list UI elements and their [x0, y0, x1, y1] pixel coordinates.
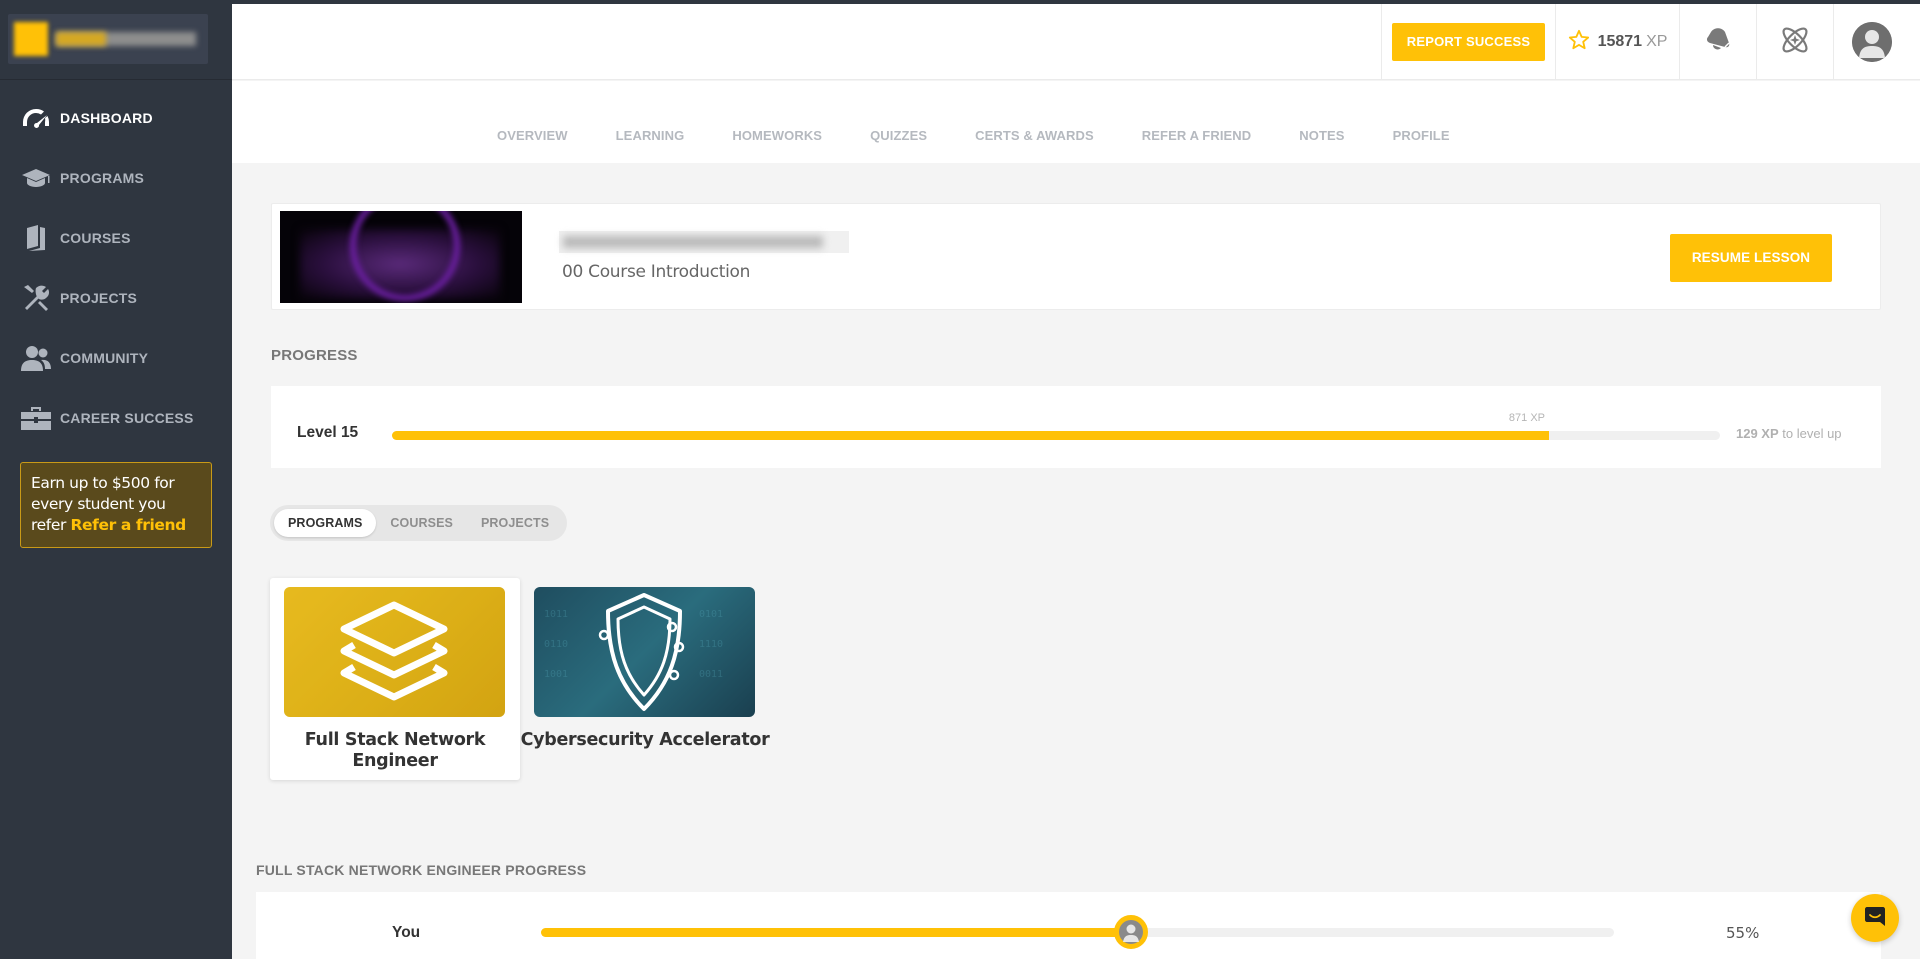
book-icon: [20, 224, 52, 252]
graduation-cap-icon: [20, 164, 52, 192]
sidebar-item-projects[interactable]: PROJECTS: [0, 268, 232, 328]
svg-text:0011: 0011: [699, 669, 723, 680]
refer-promo: Earn up to $500 for every student you re…: [20, 462, 212, 548]
chat-icon: [1863, 904, 1887, 933]
sidebar-item-label: PROJECTS: [60, 290, 138, 306]
sidebar-item-courses[interactable]: COURSES: [0, 208, 232, 268]
lesson-subtitle: 00 Course Introduction: [562, 262, 751, 282]
xp-to-level-up: 129 XP to level up: [1736, 426, 1842, 441]
you-label: You: [392, 924, 421, 941]
program-progress-title: FULL STACK NETWORK ENGINEER PROGRESS: [256, 862, 587, 878]
filter-programs[interactable]: PROGRAMS: [274, 509, 377, 537]
filter-projects[interactable]: PROJECTS: [467, 509, 563, 537]
sidebar-item-programs[interactable]: PROGRAMS: [0, 148, 232, 208]
tab-notes[interactable]: NOTES: [1299, 128, 1344, 143]
level-label: Level 15: [297, 424, 359, 441]
sidebar-item-career-success[interactable]: CAREER SUCCESS: [0, 388, 232, 448]
people-icon: [20, 344, 52, 372]
tab-homeworks[interactable]: HOMEWORKS: [732, 128, 822, 143]
program-name: Cybersecurity Accelerator: [520, 730, 770, 750]
content-filter-toggle: PROGRAMS COURSES PROJECTS: [270, 505, 568, 541]
refer-friend-link[interactable]: Refer a friend: [70, 516, 186, 534]
layers-icon: [284, 587, 505, 717]
star-icon: [1568, 29, 1590, 56]
course-title-redacted: [559, 231, 849, 253]
resume-lesson-card: 00 Course Introduction RESUME LESSON: [271, 203, 1881, 310]
current-xp-label: 871 XP: [1508, 412, 1545, 424]
avatar-icon: [1852, 22, 1892, 62]
xp-remaining-text: to level up: [1778, 426, 1842, 441]
sidebar-item-label: DASHBOARD: [60, 110, 153, 126]
notifications-button[interactable]: [1679, 4, 1756, 80]
program-card-cybersecurity-accelerator[interactable]: 1011 0110 1001 0101 1110 0011 Cybersecurity …: [520, 578, 770, 780]
user-avatar-marker: [1114, 915, 1148, 949]
ai-assistant-button[interactable]: [1756, 4, 1833, 80]
dashboard-tabs: OVERVIEW LEARNING HOMEWORKS QUIZZES CERT…: [497, 128, 1498, 143]
progress-section-title: PROGRESS: [271, 347, 358, 364]
svg-text:1001: 1001: [544, 669, 568, 680]
atom-icon: [1777, 22, 1813, 63]
level-progress-bar: 871 XP: [392, 412, 1720, 440]
tab-quizzes[interactable]: QUIZZES: [870, 128, 927, 143]
xp-unit: XP: [1646, 33, 1668, 50]
program-image: 1011 0110 1001 0101 1110 0011: [534, 587, 755, 717]
svg-text:1011: 1011: [544, 609, 568, 620]
program-card-full-stack-network-engineer[interactable]: Full Stack Network Engineer: [270, 578, 520, 780]
tools-icon: [20, 284, 52, 312]
sidebar-item-label: COURSES: [60, 230, 131, 246]
level-progress-fill: [392, 431, 1549, 440]
tab-profile[interactable]: PROFILE: [1393, 128, 1450, 143]
shield-circuit-icon: 1011 0110 1001 0101 1110 0011: [544, 593, 723, 711]
program-image: [284, 587, 505, 717]
report-success-button[interactable]: REPORT SUCCESS: [1391, 23, 1546, 61]
chat-support-button[interactable]: [1851, 894, 1899, 942]
top-header: REPORT SUCCESS 15871 XP: [232, 4, 1920, 80]
bell-icon: [1702, 24, 1734, 61]
program-progress-fill: [541, 928, 1131, 937]
program-name: Full Stack Network Engineer: [304, 730, 486, 771]
sidebar-item-label: CAREER SUCCESS: [60, 410, 194, 426]
xp-counter[interactable]: 15871 XP: [1555, 4, 1679, 80]
dashboard-tabs-bar: OVERVIEW LEARNING HOMEWORKS QUIZZES CERT…: [232, 81, 1920, 163]
speedometer-icon: [20, 104, 52, 132]
svg-text:1110: 1110: [699, 639, 723, 650]
sidebar-divider: [0, 79, 232, 80]
profile-menu-button[interactable]: [1833, 4, 1910, 80]
course-thumbnail[interactable]: [280, 211, 522, 303]
program-progress-bar: [541, 915, 1614, 949]
report-success-cell: REPORT SUCCESS: [1381, 4, 1555, 80]
brand-logo[interactable]: [8, 14, 208, 64]
sidebar-item-community[interactable]: COMMUNITY: [0, 328, 232, 388]
sidebar-item-dashboard[interactable]: DASHBOARD: [0, 88, 232, 148]
filter-courses[interactable]: COURSES: [376, 509, 467, 537]
sidebar-item-label: COMMUNITY: [60, 350, 149, 366]
program-progress-card: You 55%: [256, 892, 1881, 959]
briefcase-icon: [20, 404, 52, 432]
level-progress-card: Level 15 871 XP 129 XP to level up: [271, 386, 1881, 468]
xp-value: 15871: [1597, 33, 1643, 50]
sidebar-nav: DASHBOARD PROGRAMS COURSES PROJECTS COMM…: [0, 88, 232, 448]
svg-text:0110: 0110: [544, 639, 568, 650]
svg-text:0101: 0101: [699, 609, 723, 620]
sidebar: DASHBOARD PROGRAMS COURSES PROJECTS COMM…: [0, 0, 232, 959]
resume-lesson-button[interactable]: RESUME LESSON: [1670, 234, 1832, 282]
tab-certs-awards[interactable]: CERTS & AWARDS: [975, 128, 1094, 143]
program-progress-percent: 55%: [1726, 924, 1760, 942]
tab-overview[interactable]: OVERVIEW: [497, 128, 568, 143]
xp-remaining: 129 XP: [1736, 426, 1779, 441]
tab-learning[interactable]: LEARNING: [616, 128, 685, 143]
tab-refer-a-friend[interactable]: REFER A FRIEND: [1142, 128, 1252, 143]
sidebar-item-label: PROGRAMS: [60, 170, 145, 186]
